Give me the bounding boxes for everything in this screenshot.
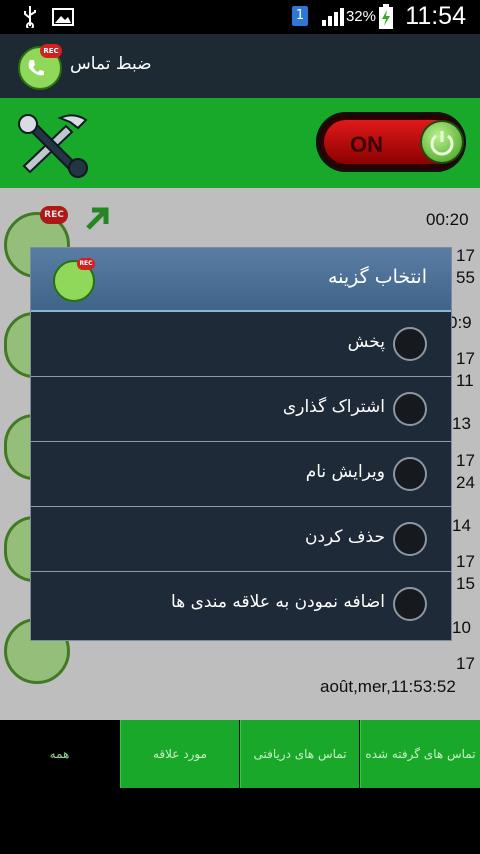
app-bar: REC ضبط تماس [0, 34, 480, 98]
toggle-track: ON [324, 120, 462, 164]
app-logo-icon: REC [18, 44, 62, 90]
radio-button[interactable] [393, 457, 427, 491]
rec-badge: REC [40, 44, 62, 58]
tab-outgoing[interactable]: تماس های گرفته شده [360, 720, 480, 788]
option-delete[interactable]: حذف کردن [31, 507, 451, 572]
option-rename[interactable]: ویرایش نام [31, 442, 451, 507]
recording-toggle[interactable]: ON [316, 112, 466, 172]
power-icon [422, 122, 462, 162]
app-logo-icon: REC [53, 258, 95, 302]
radio-button[interactable] [393, 392, 427, 426]
phone-icon [28, 60, 44, 76]
app-title: ضبط تماس [70, 54, 152, 74]
image-icon [52, 8, 74, 26]
tab-favorites[interactable]: مورد علاقه [120, 720, 239, 788]
bottom-tabs: همه مورد علاقه تماس های دریافتی تماس های… [0, 720, 480, 788]
option-label: حذف کردن [305, 527, 385, 547]
option-add-favorite[interactable]: اضافه نمودن به علاقه مندی ها [31, 572, 451, 636]
tools-icon[interactable] [14, 112, 102, 178]
option-share[interactable]: اشتراک گذاری [31, 377, 451, 442]
option-label: ویرایش نام [305, 462, 385, 482]
radio-button[interactable] [393, 587, 427, 621]
option-label: اشتراک گذاری [282, 397, 385, 417]
option-label: پخش [347, 332, 385, 352]
battery-percent: 32% [345, 8, 376, 25]
status-bar: 1 32% 11:54 [0, 0, 480, 34]
radio-button[interactable] [393, 522, 427, 556]
dialog-title: انتخاب گزینه [327, 266, 427, 288]
dialog-header: REC انتخاب گزینه [31, 248, 451, 312]
rec-badge: REC [77, 258, 95, 270]
option-label: اضافه نمودن به علاقه مندی ها [171, 592, 385, 612]
options-dialog: REC انتخاب گزینه پخش اشتراک گذاری ویرایش… [30, 247, 452, 641]
battery-charging-icon [379, 4, 393, 29]
usb-icon [24, 6, 36, 28]
clock: 11:54 [405, 2, 466, 30]
tab-incoming[interactable]: تماس های دریافتی [240, 720, 359, 788]
signal-icon [322, 8, 344, 26]
option-play[interactable]: پخش [31, 312, 451, 377]
radio-button[interactable] [393, 327, 427, 361]
tab-all[interactable]: همه [0, 720, 119, 788]
toggle-label: ON [350, 132, 383, 157]
sim-icon: 1 [292, 6, 308, 26]
